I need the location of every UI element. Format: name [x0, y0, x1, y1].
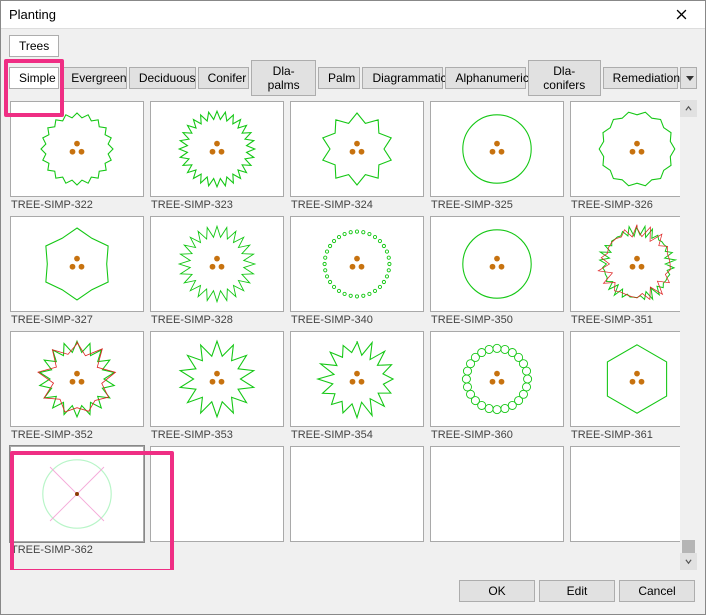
grid-cell: TREE-SIMP-361: [569, 330, 697, 445]
tab-row-subcategory: SimpleEvergreenDeciduousConiferDla-palms…: [9, 60, 697, 96]
grid-cell: TREE-SIMP-328: [149, 215, 287, 330]
thumbnail-scroll-area: TREE-SIMP-322TREE-SIMP-323TREE-SIMP-324T…: [9, 100, 697, 570]
thumbnail-TREE-SIMP-326[interactable]: [570, 101, 697, 197]
thumbnail-empty: [570, 446, 697, 542]
thumbnail-label: TREE-SIMP-352: [9, 428, 147, 442]
thumbnail-TREE-SIMP-361[interactable]: [570, 331, 697, 427]
grid-cell: TREE-SIMP-322: [9, 100, 147, 215]
thumbnail-label: TREE-SIMP-324: [289, 198, 427, 212]
window-title: Planting: [9, 7, 56, 22]
thumbnail-label: TREE-SIMP-360: [429, 428, 567, 442]
thumbnail-grid: TREE-SIMP-322TREE-SIMP-323TREE-SIMP-324T…: [9, 100, 679, 570]
dialog-footer: OK Edit Cancel: [9, 570, 697, 606]
thumbnail-TREE-SIMP-328[interactable]: [150, 216, 284, 312]
thumbnail-label: TREE-SIMP-326: [569, 198, 697, 212]
thumbnail-label: TREE-SIMP-362: [9, 543, 147, 557]
thumbnail-label: [429, 543, 567, 544]
thumbnail-label: TREE-SIMP-325: [429, 198, 567, 212]
grid-cell: TREE-SIMP-362: [9, 445, 147, 560]
tab-dla-palms[interactable]: Dla-palms: [251, 60, 316, 96]
thumbnail-label: TREE-SIMP-322: [9, 198, 147, 212]
grid-cell: TREE-SIMP-350: [429, 215, 567, 330]
vertical-scrollbar[interactable]: [680, 100, 697, 570]
thumbnail-TREE-SIMP-362[interactable]: [10, 446, 144, 542]
grid-cell: [569, 445, 697, 560]
grid-cell: [149, 445, 287, 560]
titlebar: Planting: [1, 1, 705, 29]
thumbnail-TREE-SIMP-322[interactable]: [10, 101, 144, 197]
chevron-up-icon: [685, 105, 692, 112]
grid-cell: TREE-SIMP-340: [289, 215, 427, 330]
close-button[interactable]: [661, 2, 701, 28]
thumbnail-label: TREE-SIMP-350: [429, 313, 567, 327]
thumbnail-empty: [290, 446, 424, 542]
thumbnail-TREE-SIMP-360[interactable]: [430, 331, 564, 427]
chevron-down-icon: [685, 558, 692, 565]
grid-cell: TREE-SIMP-353: [149, 330, 287, 445]
thumbnail-TREE-SIMP-325[interactable]: [430, 101, 564, 197]
tab-dla-conifers[interactable]: Dla-conifers: [528, 60, 601, 96]
thumbnail-TREE-SIMP-340[interactable]: [290, 216, 424, 312]
tab-row-category: Trees: [9, 35, 697, 57]
thumbnail-label: TREE-SIMP-351: [569, 313, 697, 327]
tab-palm[interactable]: Palm: [318, 67, 361, 89]
grid-cell: TREE-SIMP-352: [9, 330, 147, 445]
grid-cell: TREE-SIMP-324: [289, 100, 427, 215]
thumbnail-TREE-SIMP-353[interactable]: [150, 331, 284, 427]
grid-cell: TREE-SIMP-360: [429, 330, 567, 445]
thumbnail-TREE-SIMP-354[interactable]: [290, 331, 424, 427]
thumbnail-label: TREE-SIMP-328: [149, 313, 287, 327]
grid-cell: [429, 445, 567, 560]
tab-remediation[interactable]: Remediation: [603, 67, 679, 89]
tab-conifer[interactable]: Conifer: [198, 67, 250, 89]
thumbnail-label: TREE-SIMP-354: [289, 428, 427, 442]
thumbnail-label: TREE-SIMP-323: [149, 198, 287, 212]
grid-cell: TREE-SIMP-351: [569, 215, 697, 330]
grid-cell: TREE-SIMP-354: [289, 330, 427, 445]
grid-cell: TREE-SIMP-325: [429, 100, 567, 215]
edit-button[interactable]: Edit: [539, 580, 615, 602]
close-icon: [676, 9, 687, 20]
tab-overflow-dropdown[interactable]: [680, 67, 697, 89]
thumbnail-label: TREE-SIMP-353: [149, 428, 287, 442]
thumbnail-label: TREE-SIMP-327: [9, 313, 147, 327]
thumbnail-empty: [430, 446, 564, 542]
thumbnail-label: [149, 543, 287, 544]
scroll-up-button[interactable]: [680, 100, 697, 117]
thumbnail-label: [289, 543, 427, 544]
grid-cell: TREE-SIMP-323: [149, 100, 287, 215]
thumbnail-TREE-SIMP-323[interactable]: [150, 101, 284, 197]
thumbnail-TREE-SIMP-352[interactable]: [10, 331, 144, 427]
thumbnail-label: TREE-SIMP-340: [289, 313, 427, 327]
thumbnail-TREE-SIMP-324[interactable]: [290, 101, 424, 197]
grid-cell: [289, 445, 427, 560]
tab-simple[interactable]: Simple: [9, 67, 59, 89]
thumbnail-TREE-SIMP-327[interactable]: [10, 216, 144, 312]
tab-diagrammatic[interactable]: Diagrammatic: [362, 67, 443, 89]
tab-alphanumeric[interactable]: Alphanumeric: [445, 67, 525, 89]
thumbnail-label: [569, 543, 697, 544]
grid-cell: TREE-SIMP-326: [569, 100, 697, 215]
ok-button[interactable]: OK: [459, 580, 535, 602]
thumbnail-TREE-SIMP-351[interactable]: [570, 216, 697, 312]
tab-trees[interactable]: Trees: [9, 35, 59, 57]
thumbnail-empty: [150, 446, 284, 542]
dialog-body: Trees SimpleEvergreenDeciduousConiferDla…: [1, 29, 705, 614]
planting-dialog: Planting Trees SimpleEvergreenDeciduousC…: [0, 0, 706, 615]
thumbnail-label: TREE-SIMP-361: [569, 428, 697, 442]
tab-deciduous[interactable]: Deciduous: [129, 67, 196, 89]
scroll-down-button[interactable]: [680, 553, 697, 570]
thumbnail-TREE-SIMP-350[interactable]: [430, 216, 564, 312]
grid-cell: TREE-SIMP-327: [9, 215, 147, 330]
cancel-button[interactable]: Cancel: [619, 580, 695, 602]
tab-evergreen[interactable]: Evergreen: [61, 67, 127, 89]
